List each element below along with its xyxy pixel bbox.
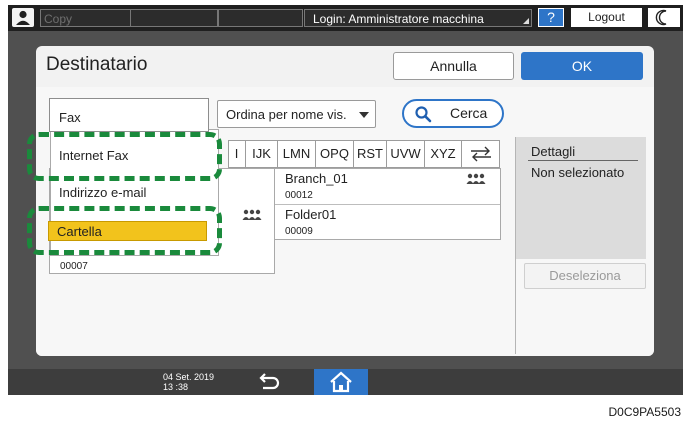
- search-button[interactable]: Cerca: [402, 99, 504, 128]
- user-icon[interactable]: [12, 8, 34, 27]
- sort-label: Ordina per nome vis.: [226, 107, 347, 122]
- entry-number: 00012: [285, 190, 313, 201]
- login-label: Login: Amministratore macchina: [313, 12, 484, 26]
- search-icon: [414, 105, 432, 123]
- index-tab-ijk[interactable]: IJK: [246, 141, 278, 167]
- search-label: Cerca: [450, 105, 488, 121]
- help-label: ?: [547, 9, 555, 25]
- help-button[interactable]: ?: [538, 8, 564, 27]
- deselect-button[interactable]: Deseleziona: [524, 263, 646, 289]
- index-tab-uvw[interactable]: UVW: [387, 141, 425, 167]
- index-tab-xyz[interactable]: XYZ: [425, 141, 462, 167]
- chevron-down-icon: [359, 112, 369, 118]
- home-icon[interactable]: [314, 369, 368, 395]
- status-bar: Copy Login: Amministratore macchina ? Lo…: [8, 5, 683, 31]
- partial-entry-number: 00007: [60, 262, 88, 272]
- internet-fax-highlight: [27, 132, 222, 181]
- copy-slot[interactable]: Copy: [40, 9, 136, 27]
- destination-type-value: Fax: [59, 110, 81, 125]
- index-tab-partial[interactable]: I: [228, 141, 246, 167]
- bottom-bar: 04 Set. 2019 13 :38: [8, 369, 683, 395]
- back-arrow-icon[interactable]: [246, 371, 290, 393]
- details-divider: [515, 137, 516, 354]
- cancel-button[interactable]: Annulla: [393, 52, 514, 80]
- ok-label: OK: [571, 58, 593, 74]
- details-header-rule: [528, 160, 638, 161]
- resize-corner-icon: [523, 18, 529, 24]
- dialog-title: Destinatario: [46, 54, 148, 75]
- destination-type-dropdown[interactable]: Fax: [49, 98, 209, 132]
- folder-highlight: [27, 206, 222, 255]
- index-tab-label: IJK: [252, 146, 271, 161]
- status-slot-3: [218, 9, 303, 27]
- index-tab-label: UVW: [390, 146, 421, 161]
- deselect-label: Deseleziona: [549, 268, 621, 283]
- list-item[interactable]: Branch_01 00012: [275, 169, 500, 205]
- index-tab-label: LMN: [282, 146, 311, 161]
- figure-caption: D0C9PA5503: [608, 405, 682, 419]
- time-label: 13 :38: [163, 382, 189, 392]
- index-tab-rst[interactable]: RST: [354, 141, 387, 167]
- details-header: Dettagli: [531, 144, 576, 159]
- entry-name: Folder01: [285, 207, 337, 222]
- date-label: 04 Set. 2019: [163, 372, 215, 382]
- cancel-label: Annulla: [430, 58, 477, 74]
- copy-label: Copy: [44, 12, 73, 26]
- group-icon: [242, 209, 262, 220]
- sort-dropdown[interactable]: Ordina per nome vis.: [217, 100, 376, 128]
- index-tab-lmn[interactable]: LMN: [278, 141, 316, 167]
- list-item[interactable]: Folder01 00009: [275, 205, 500, 240]
- details-value: Non selezionato: [531, 165, 625, 180]
- index-tab-label: RST: [357, 146, 383, 161]
- ok-button[interactable]: OK: [521, 52, 643, 80]
- menu-item-email[interactable]: Indirizzo e-mail: [51, 182, 211, 202]
- entry-number: 00009: [285, 226, 313, 237]
- index-tab-label: OPQ: [320, 146, 349, 161]
- logout-button[interactable]: Logout: [571, 8, 642, 27]
- logout-label: Logout: [588, 10, 625, 24]
- index-tab-label: XYZ: [430, 146, 456, 161]
- menu-item-label: Indirizzo e-mail: [59, 185, 147, 200]
- switch-view-icon[interactable]: [468, 145, 494, 163]
- moon-icon[interactable]: [648, 8, 680, 27]
- index-tab-opq[interactable]: OPQ: [316, 141, 354, 167]
- login-slot[interactable]: Login: Amministratore macchina: [304, 9, 532, 27]
- group-icon: [466, 173, 486, 184]
- status-slot-2: [130, 9, 218, 27]
- entry-name: Branch_01: [285, 171, 348, 186]
- index-tab-label: I: [234, 146, 239, 161]
